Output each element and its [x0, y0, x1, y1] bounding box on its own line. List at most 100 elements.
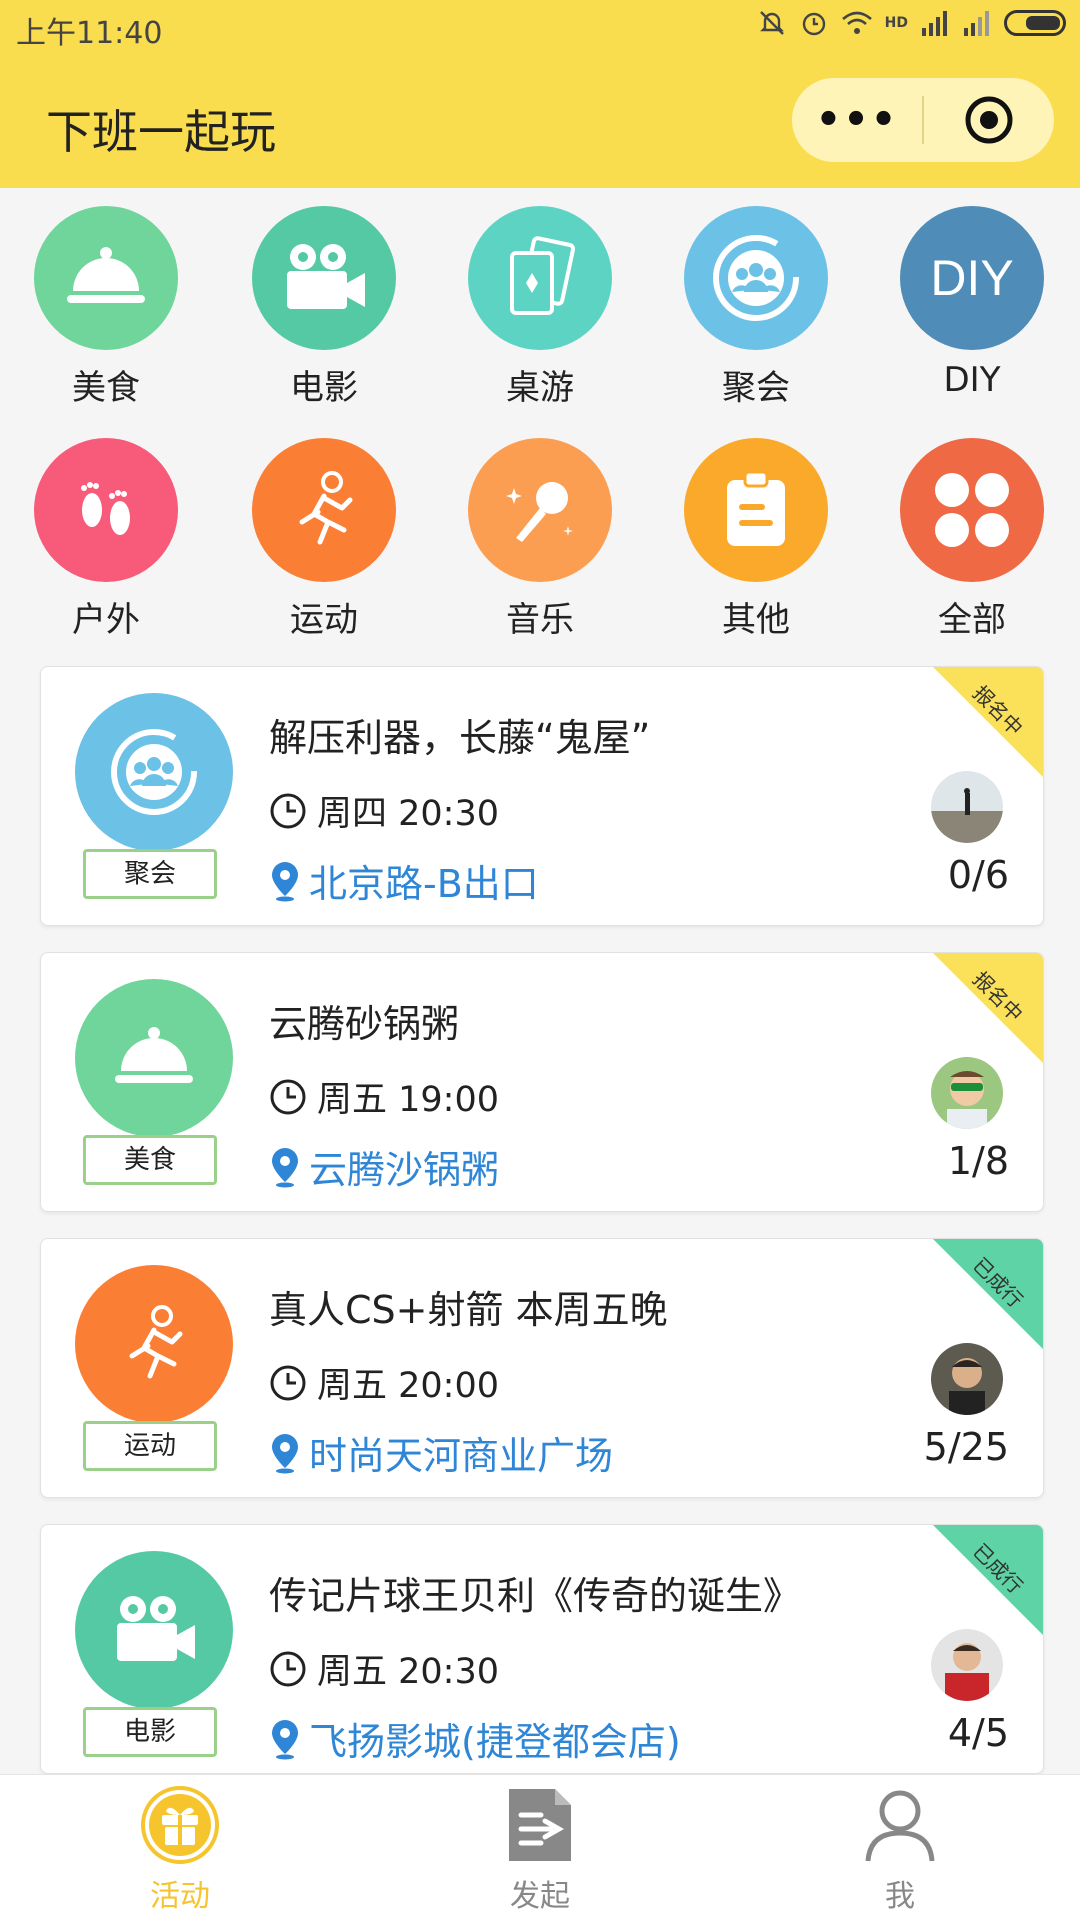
activity-card[interactable]: 美食 云腾砂锅粥 周五 19:00 云腾沙锅粥 1/8 报名中	[40, 952, 1044, 1212]
tab-label: 我	[885, 1879, 915, 1914]
user-icon	[865, 1790, 935, 1862]
participant-count: 4/5	[947, 1711, 1009, 1755]
wifi-icon	[841, 11, 872, 34]
mute-bell-icon	[759, 11, 784, 35]
time-text: 周五 20:00	[317, 1366, 499, 1406]
avatar[interactable]	[931, 1057, 1003, 1129]
grid-icon	[900, 438, 1044, 582]
avatar[interactable]	[931, 1629, 1003, 1701]
category-food[interactable]: 美食	[16, 206, 196, 409]
more-button[interactable]: •••	[792, 97, 922, 143]
participant-count: 0/6	[947, 853, 1009, 897]
signal-weak-icon	[964, 11, 989, 36]
category-other[interactable]: 其他	[666, 438, 846, 641]
movie-camera-icon	[252, 206, 396, 350]
status-icons: HD	[757, 8, 1066, 38]
location-pin-icon	[272, 1147, 298, 1187]
clock-icon	[270, 1365, 306, 1400]
status-time: 上午11:40	[16, 16, 163, 51]
group-icon	[75, 693, 233, 851]
category-tag: 聚会	[83, 849, 217, 899]
battery-icon	[1004, 10, 1066, 36]
publish-icon	[509, 1789, 571, 1861]
alarm-icon	[802, 12, 825, 36]
activity-location[interactable]: 北京路-B出口	[269, 853, 539, 908]
location-text: 时尚天河商业广场	[309, 1434, 614, 1478]
top-bar: 上午11:40 HD 下班一起玩 •••	[0, 0, 1080, 188]
clock-icon	[270, 1651, 306, 1686]
activity-title: 云腾砂锅粥	[269, 1002, 460, 1046]
time-text: 周五 19:00	[317, 1080, 499, 1120]
activity-location[interactable]: 飞扬影城(捷登都会店)	[269, 1711, 681, 1766]
time-text: 周四 20:30	[317, 794, 499, 834]
tab-label: 活动	[150, 1879, 210, 1914]
activity-card[interactable]: 聚会 解压利器，长藤“鬼屋” 周四 20:30 北京路-B出口 0/6 报名中	[40, 666, 1044, 926]
page-title: 下班一起玩	[46, 105, 276, 159]
running-icon	[252, 438, 396, 582]
category-label: 桌游	[506, 368, 574, 408]
category-tag: 美食	[83, 1135, 217, 1185]
food-cloche-icon	[34, 206, 178, 350]
bottom-nav: 活动 发起 我	[0, 1774, 1080, 1920]
target-icon	[965, 96, 1013, 144]
category-label: 音乐	[506, 600, 574, 640]
category-movie[interactable]: 电影	[234, 206, 414, 409]
category-label: 户外	[72, 600, 140, 640]
clipboard-icon	[684, 438, 828, 582]
category-label: DIY	[943, 360, 1001, 400]
gift-icon	[141, 1786, 219, 1864]
status-ribbon: 已成行	[933, 1239, 1043, 1349]
status-ribbon: 报名中	[933, 953, 1043, 1063]
category-label: 美食	[72, 368, 140, 408]
activity-time: 周五 20:00	[269, 1357, 499, 1408]
clock-icon	[270, 793, 306, 828]
activity-time: 周五 20:30	[269, 1643, 499, 1694]
location-text: 北京路-B出口	[309, 862, 539, 906]
movie-camera-icon	[75, 1551, 233, 1709]
activity-title: 传记片球王贝利《传奇的诞生》	[269, 1574, 802, 1618]
category-outdoor[interactable]: 户外	[16, 438, 196, 641]
participant-count: 5/25	[923, 1425, 1009, 1469]
running-icon	[75, 1265, 233, 1423]
activity-card[interactable]: 运动 真人CS+射箭 本周五晚 周五 20:00 时尚天河商业广场 5/25 已…	[40, 1238, 1044, 1498]
activity-time: 周四 20:30	[269, 785, 499, 836]
time-text: 周五 20:30	[317, 1652, 499, 1692]
activity-time: 周五 19:00	[269, 1071, 499, 1122]
activity-title: 解压利器，长藤“鬼屋”	[269, 716, 651, 760]
category-tag: 电影	[83, 1707, 217, 1757]
tab-label: 发起	[510, 1879, 570, 1914]
tab-activities[interactable]: 活动	[0, 1775, 360, 1920]
close-button[interactable]	[924, 94, 1054, 146]
category-tag: 运动	[83, 1421, 217, 1471]
category-diy[interactable]: DIY DIY	[882, 206, 1062, 400]
footprints-icon	[34, 438, 178, 582]
tab-publish[interactable]: 发起	[360, 1775, 720, 1920]
category-label: 运动	[290, 600, 358, 640]
avatar[interactable]	[931, 771, 1003, 843]
category-boardgame[interactable]: 桌游	[450, 206, 630, 409]
category-all[interactable]: 全部	[882, 438, 1062, 641]
diy-icon-text: DIY	[930, 250, 1014, 306]
location-pin-icon	[272, 861, 298, 901]
tab-me[interactable]: 我	[720, 1775, 1080, 1920]
category-label: 聚会	[722, 368, 790, 408]
avatar[interactable]	[931, 1343, 1003, 1415]
category-label: 电影	[290, 368, 358, 408]
activity-location[interactable]: 时尚天河商业广场	[269, 1425, 613, 1480]
microphone-icon	[468, 438, 612, 582]
category-party[interactable]: 聚会	[666, 206, 846, 409]
category-label: 其他	[722, 600, 790, 640]
location-text: 云腾沙锅粥	[309, 1148, 500, 1192]
location-pin-icon	[272, 1719, 298, 1759]
status-ribbon: 报名中	[933, 667, 1043, 777]
food-cloche-icon	[75, 979, 233, 1137]
activity-location[interactable]: 云腾沙锅粥	[269, 1139, 499, 1194]
category-music[interactable]: 音乐	[450, 438, 630, 641]
activity-card[interactable]: 电影 传记片球王贝利《传奇的诞生》 周五 20:30 飞扬影城(捷登都会店) 4…	[40, 1524, 1044, 1774]
hd-label: HD	[884, 15, 908, 31]
participant-count: 1/8	[947, 1139, 1009, 1183]
diy-icon: DIY	[900, 206, 1044, 350]
group-icon	[684, 206, 828, 350]
category-sports[interactable]: 运动	[234, 438, 414, 641]
status-ribbon: 已成行	[933, 1525, 1043, 1635]
